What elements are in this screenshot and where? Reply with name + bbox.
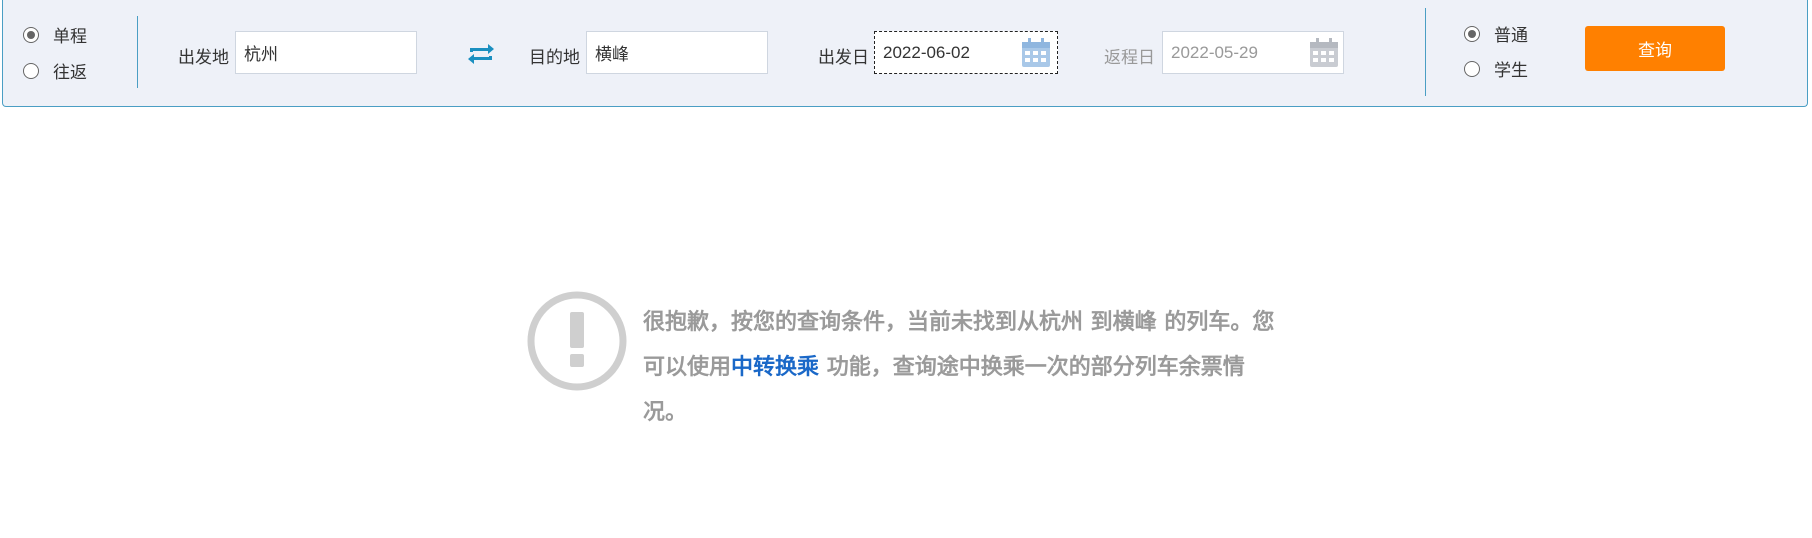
radio-dot [23,62,39,79]
no-result-message: 很抱歉，按您的查询条件，当前未找到从杭州 到横峰 的列车。您可以使用中转换乘 功… [643,300,1283,435]
calendar-icon[interactable] [1309,38,1339,68]
to-label: 目的地 [529,48,580,68]
radio-round-trip[interactable]: 往返 [23,58,87,83]
from-input[interactable] [235,31,417,74]
radio-adult[interactable]: 普通 [1464,21,1528,46]
to-input[interactable] [586,31,768,74]
return-date-label: 返程日 [1104,48,1155,68]
radio-label: 单程 [53,27,87,47]
radio-label: 普通 [1494,26,1528,46]
radio-label: 往返 [53,63,87,83]
transfer-link[interactable]: 中转换乘 [731,354,819,380]
divider [137,16,138,88]
radio-dot [23,26,39,43]
radio-dot [1464,25,1480,42]
swap-icon[interactable] [467,43,495,65]
from-label: 出发地 [178,48,229,68]
radio-label: 学生 [1494,61,1528,81]
search-bar: 单程 往返 出发地 目的地 出发日 返程日 [2,0,1808,107]
radio-one-way[interactable]: 单程 [23,22,87,47]
warning-icon [527,291,627,391]
divider [1425,8,1426,96]
query-button[interactable]: 查询 [1585,26,1725,71]
radio-student[interactable]: 学生 [1464,56,1528,81]
radio-dot [1464,60,1480,77]
calendar-icon[interactable] [1021,38,1051,68]
depart-date-label: 出发日 [818,48,869,68]
